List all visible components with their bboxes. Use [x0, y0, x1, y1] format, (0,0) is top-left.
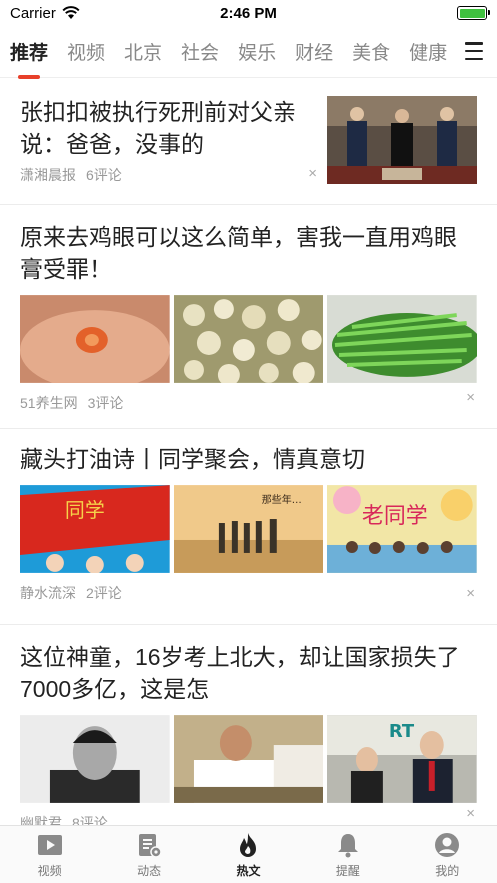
news-thumbnails: RT	[20, 715, 478, 803]
nav-hot-articles[interactable]: 热文	[208, 831, 288, 879]
nav-label: 我的	[435, 863, 460, 878]
nav-profile[interactable]: 我的	[407, 831, 487, 879]
news-item[interactable]: 藏头打油诗丨同学聚会，情真意切 同学 那些年… 老同学 静水流深 2评论 ×	[0, 429, 497, 625]
news-item[interactable]: 这位神童，16岁考上北大，却让国家损失了7000多亿，这是怎 RT 幽默君 8评…	[0, 625, 497, 825]
bottom-nav: 视频 动态 热文 提醒 我的	[0, 825, 497, 883]
news-meta: 潇湘晨报 6评论	[20, 165, 122, 185]
news-item[interactable]: 原来去鸡眼可以这么简单，害我一直用鸡眼膏受罪！ 51养生网 3评论 ×	[0, 205, 497, 429]
dismiss-icon[interactable]: ×	[466, 805, 475, 822]
status-left: Carrier	[10, 5, 80, 22]
news-comment-count: 2评论	[86, 585, 122, 601]
news-source: 潇湘晨报	[20, 167, 76, 183]
news-feed: 张扣扣被执行死刑前对父亲说：爸爸，没事的 潇湘晨报 6评论 × 原来去鸡眼可以这…	[0, 79, 497, 825]
news-thumbnail[interactable]	[327, 96, 477, 184]
news-source: 幽默君	[20, 815, 62, 825]
document-gear-icon	[139, 833, 162, 858]
news-source: 51养生网	[20, 395, 78, 411]
bell-icon	[337, 833, 358, 857]
thumbnail-caption: RT	[389, 721, 415, 742]
dismiss-icon[interactable]: ×	[466, 585, 475, 602]
tab-beijing[interactable]: 北京	[124, 38, 162, 65]
news-meta: 静水流深 2评论	[20, 573, 477, 613]
tab-health[interactable]: 健康	[409, 38, 447, 65]
flame-icon	[240, 832, 257, 857]
news-comment-count: 3评论	[87, 395, 124, 411]
play-icon	[37, 834, 62, 855]
status-bar: Carrier 2:46 PM	[0, 0, 497, 26]
news-thumbnail[interactable]	[20, 715, 170, 803]
news-thumbnail[interactable]	[173, 715, 324, 803]
news-thumbnail[interactable]: 那些年…	[173, 485, 324, 573]
news-comment-count: 6评论	[86, 167, 122, 183]
nav-dynamics[interactable]: 动态	[109, 831, 189, 879]
dismiss-icon[interactable]: ×	[308, 165, 317, 182]
tab-finance[interactable]: 财经	[295, 38, 333, 65]
nav-label: 视频	[37, 863, 62, 878]
news-meta: 幽默君 8评论	[20, 803, 477, 825]
news-title[interactable]: 张扣扣被执行死刑前对父亲说：爸爸，没事的	[20, 96, 305, 160]
thumbnail-caption: 老同学	[362, 504, 428, 529]
news-comment-count: 8评论	[72, 815, 108, 825]
nav-reminders[interactable]: 提醒	[308, 831, 388, 879]
channel-menu-icon[interactable]	[465, 42, 483, 60]
news-source: 静水流深	[20, 585, 76, 601]
nav-label: 提醒	[335, 863, 360, 878]
nav-video[interactable]: 视频	[10, 831, 90, 879]
user-icon	[435, 832, 460, 857]
news-thumbnail[interactable]: RT	[327, 715, 478, 803]
news-thumbnail[interactable]: 老同学	[327, 485, 478, 573]
tab-food[interactable]: 美食	[352, 38, 390, 65]
tab-entertainment[interactable]: 娱乐	[238, 38, 276, 65]
tab-recommend[interactable]: 推荐	[10, 38, 48, 79]
news-thumbnails	[20, 295, 478, 383]
tab-society[interactable]: 社会	[181, 38, 219, 65]
news-title[interactable]: 藏头打油诗丨同学聚会，情真意切	[20, 443, 477, 475]
thumbnail-caption: 那些年…	[261, 493, 301, 506]
wifi-icon	[62, 6, 80, 19]
news-thumbnail[interactable]	[173, 295, 324, 383]
carrier-label: Carrier	[10, 4, 56, 22]
channel-tabs: 推荐 视频 北京 社会 娱乐 财经 美食 健康	[0, 26, 497, 79]
thumbnail-caption: 同学	[65, 498, 105, 522]
news-thumbnail[interactable]	[327, 295, 478, 383]
news-thumbnails: 同学 那些年… 老同学	[20, 485, 478, 573]
nav-label: 动态	[137, 863, 162, 878]
tab-video[interactable]: 视频	[67, 38, 105, 65]
news-thumbnail[interactable]	[20, 295, 170, 383]
news-meta: 51养生网 3评论	[20, 383, 477, 423]
news-title[interactable]: 原来去鸡眼可以这么简单，害我一直用鸡眼膏受罪！	[20, 221, 477, 285]
news-title[interactable]: 这位神童，16岁考上北大，却让国家损失了7000多亿，这是怎	[20, 641, 477, 705]
battery-icon	[457, 6, 490, 20]
news-thumbnail[interactable]: 同学	[20, 485, 170, 573]
news-item[interactable]: 张扣扣被执行死刑前对父亲说：爸爸，没事的 潇湘晨报 6评论 ×	[0, 79, 497, 205]
dismiss-icon[interactable]: ×	[466, 389, 475, 406]
nav-label: 热文	[236, 863, 261, 878]
